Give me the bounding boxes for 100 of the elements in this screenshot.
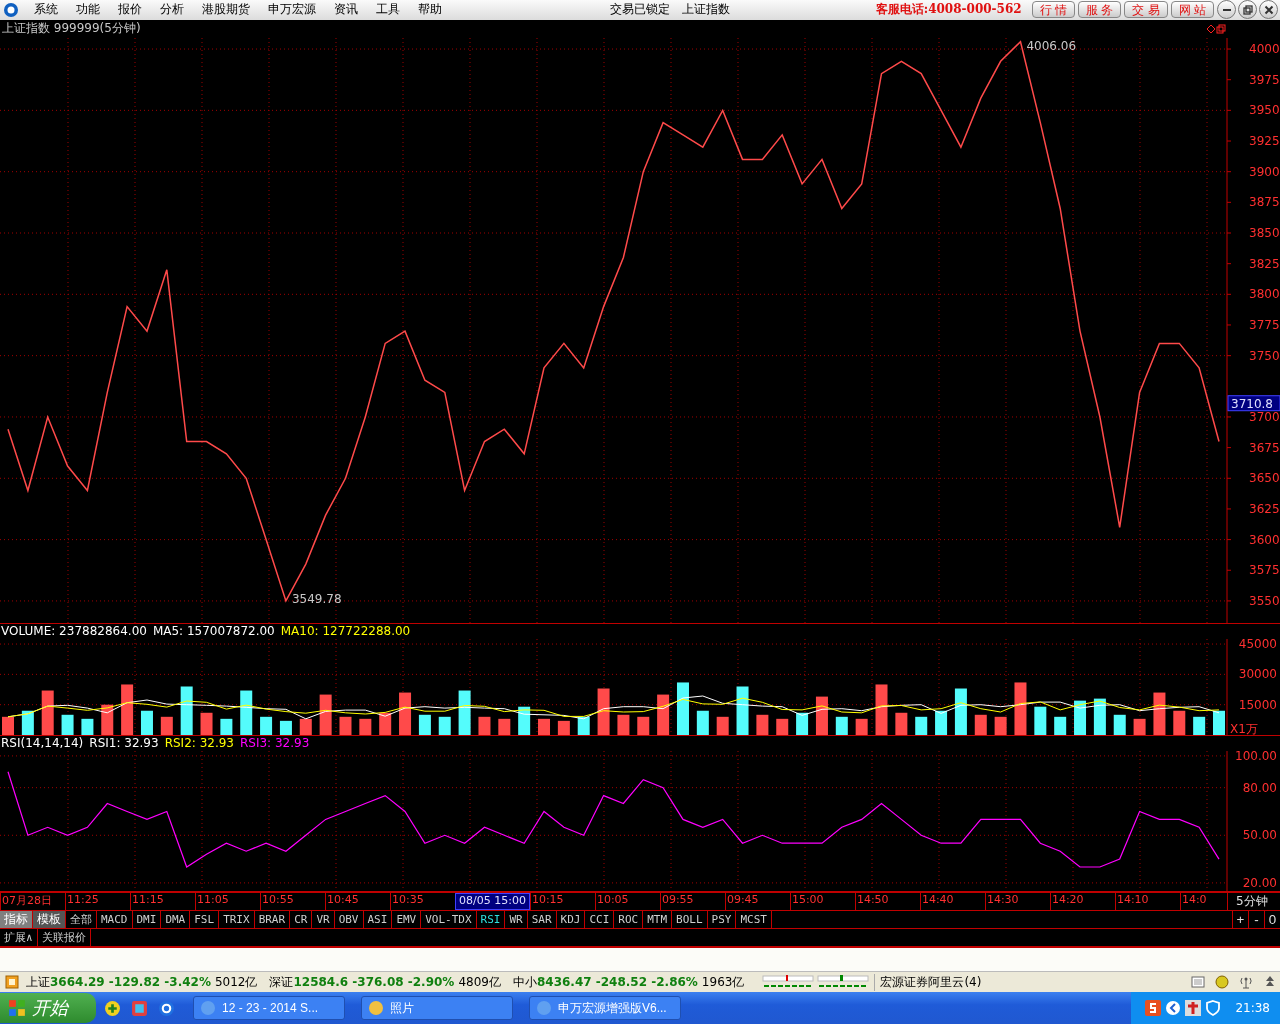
axis-label: 3675 xyxy=(1249,440,1280,455)
input-method-icon[interactable] xyxy=(1145,1000,1162,1016)
period-label[interactable]: 5分钟 xyxy=(1227,892,1268,910)
diamond-icon[interactable] xyxy=(1206,23,1216,34)
menu-item[interactable]: 帮助 xyxy=(409,1,451,19)
volume-bar xyxy=(478,716,491,735)
back-icon[interactable] xyxy=(1165,1000,1182,1016)
menu-item[interactable]: 资讯 xyxy=(325,1,367,19)
volume-bar xyxy=(200,712,213,735)
volume-bar xyxy=(994,716,1007,735)
time-label: 14:30 xyxy=(984,892,1050,910)
axis-label: 80.00 xyxy=(1242,780,1277,795)
taskbar-task[interactable]: 申万宏源增强版V6... xyxy=(529,996,681,1020)
axis-label: 3550 xyxy=(1249,593,1280,608)
volume-bar xyxy=(359,718,372,735)
legend-text: RSI3: 32.93 xyxy=(240,736,310,751)
volume-bar xyxy=(61,714,74,735)
menu-item[interactable]: 功能 xyxy=(67,1,109,19)
axis-label: 45000 xyxy=(1238,638,1277,651)
browser-icon[interactable] xyxy=(158,999,175,1017)
taskbar-task[interactable]: 照片 xyxy=(361,996,513,1020)
menu-item[interactable]: 分析 xyxy=(151,1,193,19)
volume-bar xyxy=(637,716,650,735)
menu-item[interactable]: 工具 xyxy=(367,1,409,19)
minimize-icon xyxy=(1222,8,1231,11)
task-label: 照片 xyxy=(390,999,414,1017)
volume-bar xyxy=(796,712,809,735)
axis-label: 3925 xyxy=(1249,133,1280,148)
app-icon xyxy=(368,1000,384,1016)
nav-button[interactable]: 服 务 xyxy=(1077,1,1122,19)
server-label: 宏源证券阿里云(4) xyxy=(874,973,982,991)
volume-bar xyxy=(776,718,789,735)
legend-text: RSI1: 32.93 xyxy=(89,736,159,751)
nav-button[interactable]: 交 易 xyxy=(1124,1,1168,19)
axis-label: 3575 xyxy=(1249,563,1280,578)
volume-bar xyxy=(1193,716,1206,735)
first-aid-icon[interactable] xyxy=(1185,1000,1202,1016)
close-icon xyxy=(1263,4,1274,15)
volume-bar xyxy=(835,716,848,735)
photo-icon[interactable] xyxy=(131,999,148,1017)
volume-bar xyxy=(458,690,471,735)
volume-bar xyxy=(220,718,233,735)
axis-label: 3900 xyxy=(1249,164,1280,179)
volume-bar xyxy=(1213,710,1225,735)
clock: 21:38 xyxy=(1235,1001,1270,1015)
legend-text: MA5: 157007872.00 xyxy=(152,624,275,639)
menu-item[interactable]: 报价 xyxy=(109,1,151,19)
menu-item[interactable]: 系统 xyxy=(25,1,67,19)
axis-label: 50.00 xyxy=(1242,828,1277,843)
close-button[interactable] xyxy=(1259,0,1278,20)
volume-bar xyxy=(756,714,769,735)
axis-label: 3875 xyxy=(1249,195,1280,210)
window-icon[interactable] xyxy=(1216,23,1226,34)
antenna-icon[interactable] xyxy=(1239,975,1253,990)
volume-bar xyxy=(954,688,967,735)
time-label: 14:40 xyxy=(919,892,985,910)
volume-bar xyxy=(1173,710,1186,735)
shield-icon[interactable] xyxy=(1205,1000,1222,1016)
turnover-text: 5012亿 xyxy=(214,973,258,991)
taskbar-task[interactable]: 12 - 23 - 2014 S... xyxy=(193,996,345,1020)
time-label: 11:15 xyxy=(130,892,195,910)
task-label: 12 - 23 - 2014 S... xyxy=(222,1001,319,1015)
windows-flag-icon xyxy=(8,999,26,1017)
volume-bar xyxy=(498,718,511,735)
volume-bar xyxy=(438,716,451,735)
restore-button[interactable] xyxy=(1238,0,1257,20)
volume-bar xyxy=(1074,700,1087,735)
volume-bar xyxy=(895,712,908,735)
nav-button[interactable]: 网 站 xyxy=(1170,1,1214,19)
time-label: 11:05 xyxy=(195,892,260,910)
axis-label: 3850 xyxy=(1249,225,1280,240)
coin-icon[interactable] xyxy=(1215,975,1229,990)
axis-label: 3775 xyxy=(1249,317,1280,332)
menu-item[interactable]: 申万宏源 xyxy=(259,1,325,19)
volume-bar xyxy=(617,714,630,735)
time-label: 10:55 xyxy=(260,892,325,910)
volume-bar xyxy=(557,720,570,735)
volume-bar xyxy=(240,690,253,735)
axis-label: 3975 xyxy=(1249,72,1280,87)
axis-label: 3650 xyxy=(1249,471,1280,486)
menu-item[interactable]: 港股期货 xyxy=(193,1,259,19)
time-label: 14:50 xyxy=(854,892,920,910)
volume-bar xyxy=(716,716,729,735)
chart-title: 上证指数 999999(5分钟) xyxy=(1,20,141,38)
minimize-button[interactable] xyxy=(1217,0,1236,20)
volume-bar xyxy=(41,690,54,735)
nav-button[interactable]: 行 情 xyxy=(1031,1,1075,19)
axis-label: 20.00 xyxy=(1242,875,1277,890)
time-label: 14:10 xyxy=(1114,892,1180,910)
volume-bar xyxy=(319,694,332,735)
time-label: 10:15 xyxy=(529,892,595,910)
volume-bar xyxy=(696,710,709,735)
plus-icon[interactable] xyxy=(104,999,121,1017)
app-logo xyxy=(3,1,19,18)
volume-bar xyxy=(974,714,987,735)
turnover-text: 4809亿 xyxy=(458,973,501,991)
time-label: 09:55 xyxy=(659,892,725,910)
index-quote: 8436.47 -248.52 -2.86% xyxy=(536,975,698,990)
volume-bar xyxy=(815,696,828,735)
index-icon xyxy=(5,975,19,990)
